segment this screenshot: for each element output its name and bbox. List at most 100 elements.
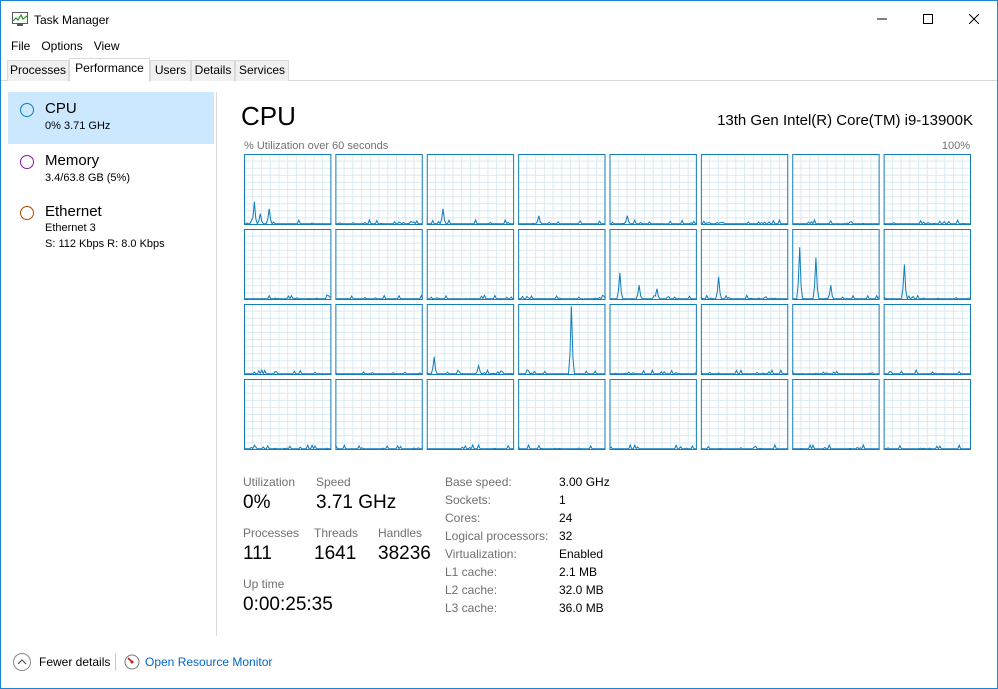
stat-threads: Threads 1641 [314,526,358,565]
tab-services[interactable]: Services [235,60,289,81]
page-title: CPU [241,101,296,131]
logical-processor-graph [426,379,515,450]
logical-processor-graph [792,154,880,225]
menu-options[interactable]: Options [36,37,87,55]
logical-processor-graph [244,304,332,375]
detail-label: Virtualization: [445,547,517,561]
logical-processor-graph [609,154,697,225]
logical-processor-graph [883,379,971,450]
chevron-up-icon[interactable] [13,653,31,671]
detail-label: Cores: [445,511,481,525]
stat-label: Threads [314,526,359,540]
graph-max-label: 100% [941,140,970,152]
logical-processor-graph [518,304,606,375]
stat-value: 0% [243,492,271,513]
stat-value: 38236 [378,543,431,564]
sidebar-item-detail: 0% 3.71 GHz [45,120,111,132]
logical-processor-graph [335,229,424,300]
menu-view[interactable]: View [89,37,125,55]
tab-performance[interactable]: Performance [69,58,150,82]
sidebar-item-ethernet[interactable]: Ethernet Ethernet 3 S: 112 Kbps R: 8.0 K… [8,195,214,257]
logical-processor-graph [700,304,789,375]
detail-label: Sockets: [445,493,492,507]
window-title: Task Manager [34,13,110,27]
sidebar-item-memory[interactable]: Memory 3.4/63.8 GB (5%) [8,144,214,196]
sidebar-item-label: CPU [45,100,77,117]
stat-value: 111 [243,543,272,564]
stat-label: Up time [243,577,285,591]
sidebar-item-cpu[interactable]: CPU 0% 3.71 GHz [8,92,214,144]
detail-value: 24 [559,511,573,525]
logical-processor-graph [883,154,971,225]
stat-processes: Processes 111 [243,526,299,565]
stat-value: 0:00:25:35 [243,594,333,615]
logical-processor-graph [426,304,515,375]
close-button[interactable] [951,1,997,37]
logical-processor-graph [335,154,423,225]
tab-details[interactable]: Details [191,60,235,81]
logical-processor-graph [518,229,606,300]
close-icon [969,14,979,24]
logical-processor-graph [609,304,698,375]
tab-bar: Processes Performance Users Details Serv… [1,57,997,82]
logical-processor-graph [609,229,697,300]
stat-speed: Speed 3.71 GHz [316,475,396,514]
minimize-button[interactable] [859,1,905,37]
detail-label: L2 cache: [445,583,498,597]
stat-handles: Handles 38236 [378,526,431,565]
logical-processor-graph [335,304,423,375]
stat-utilization: Utilization 0% [243,475,295,514]
sidebar-item-detail: Ethernet 3 [45,222,96,234]
stat-label: Speed [316,475,351,489]
sidebar-item-detail: S: 112 Kbps R: 8.0 Kbps [45,238,165,250]
menu-bar: File Options View [1,37,125,55]
logical-processor-graph [700,154,789,225]
logical-processor-graph [244,154,332,226]
tab-users[interactable]: Users [150,60,191,81]
open-resource-monitor-link[interactable]: Open Resource Monitor [145,655,272,669]
footer-bar: Fewer details Open Resource Monitor [1,649,997,677]
sidebar-item-detail: 3.4/63.8 GB (5%) [45,172,130,184]
logical-processor-graph [609,379,697,450]
detail-value: 1 [559,493,566,507]
logical-processor-graph [517,379,606,450]
detail-label: L1 cache: [445,565,498,579]
detail-label: Base speed: [445,475,512,489]
title-bar[interactable]: Task Manager [1,1,997,37]
task-manager-app-icon [12,12,28,26]
logical-processor-graph [791,304,880,375]
performance-sidebar: CPU 0% 3.71 GHz Memory 3.4/63.8 GB (5%) … [8,92,214,636]
detail-value: 3.00 GHz [559,475,610,489]
footer-separator [115,653,116,671]
stat-uptime: Up time 0:00:25:35 [243,577,333,616]
logical-processor-graph [792,229,881,300]
logical-processor-graph [700,229,789,300]
minimize-icon [877,18,887,20]
resource-monitor-icon [124,654,140,670]
detail-value: 2.1 MB [559,565,598,579]
cpu-graph-grid[interactable] [244,154,971,450]
cpu-model-name: 13th Gen Intel(R) Core(TM) i9-13900K [717,112,973,129]
stat-label: Handles [378,526,423,540]
stat-value: 1641 [314,543,357,564]
cpu-graphs-svg [244,154,971,450]
stat-value: 3.71 GHz [316,492,397,513]
detail-label: L3 cache: [445,601,498,615]
logical-processor-graph [244,229,332,300]
detail-value: 36.0 MB [559,601,604,615]
logical-processor-graph [518,154,606,225]
logical-processor-graph [883,229,971,301]
logical-processor-graph [700,379,789,450]
menu-file[interactable]: File [6,37,35,55]
sidebar-item-label: Ethernet [45,203,102,220]
logical-processor-graph [334,379,423,450]
fewer-details-link[interactable]: Fewer details [39,655,110,669]
cpu-status-dot-icon [20,103,34,117]
sidebar-item-label: Memory [45,152,100,169]
stat-label: Processes [243,526,300,540]
logical-processor-graph [883,304,971,375]
tab-processes[interactable]: Processes [7,60,69,81]
maximize-button[interactable] [905,1,951,37]
detail-value: 32.0 MB [559,583,604,597]
detail-label: Logical processors: [445,529,549,543]
